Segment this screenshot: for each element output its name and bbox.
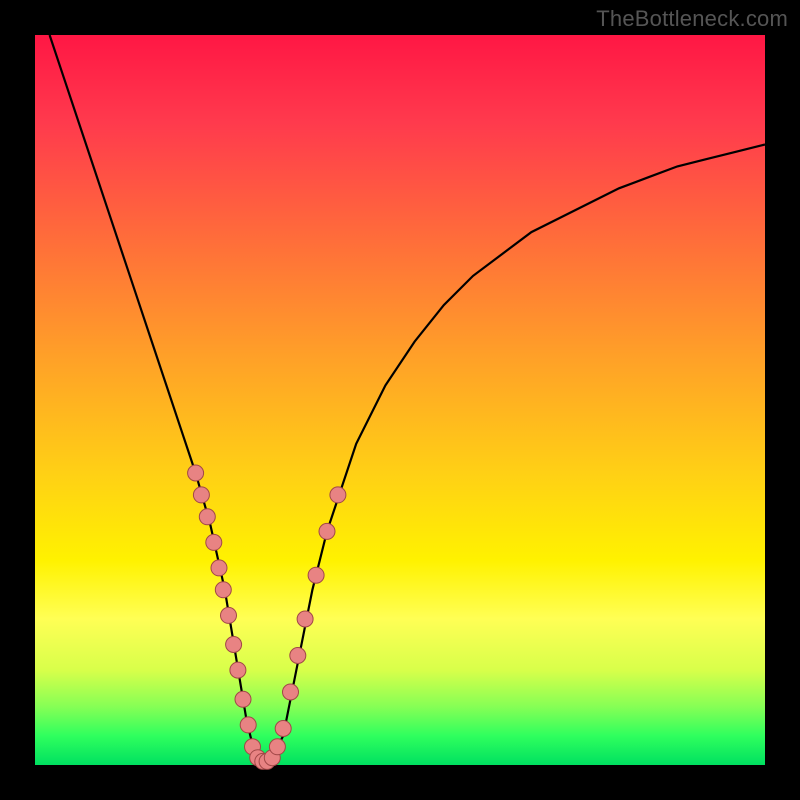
data-dot: [199, 509, 215, 525]
data-dot: [319, 523, 335, 539]
data-dot: [221, 607, 237, 623]
watermark-text: TheBottleneck.com: [596, 6, 788, 32]
data-dot: [193, 487, 209, 503]
data-dot: [240, 717, 256, 733]
data-dot: [308, 567, 324, 583]
data-dot: [188, 465, 204, 481]
data-dot: [230, 662, 246, 678]
data-dot: [330, 487, 346, 503]
data-dot: [283, 684, 299, 700]
data-dot: [226, 637, 242, 653]
plot-area: [35, 35, 765, 765]
data-dots: [188, 465, 346, 769]
data-dot: [206, 534, 222, 550]
bottleneck-curve: [50, 35, 765, 765]
data-dot: [290, 648, 306, 664]
data-dot: [235, 691, 251, 707]
data-dot: [211, 560, 227, 576]
chart-frame: TheBottleneck.com: [0, 0, 800, 800]
data-dot: [215, 582, 231, 598]
chart-svg: [35, 35, 765, 765]
data-dot: [297, 611, 313, 627]
data-dot: [269, 739, 285, 755]
data-dot: [275, 721, 291, 737]
